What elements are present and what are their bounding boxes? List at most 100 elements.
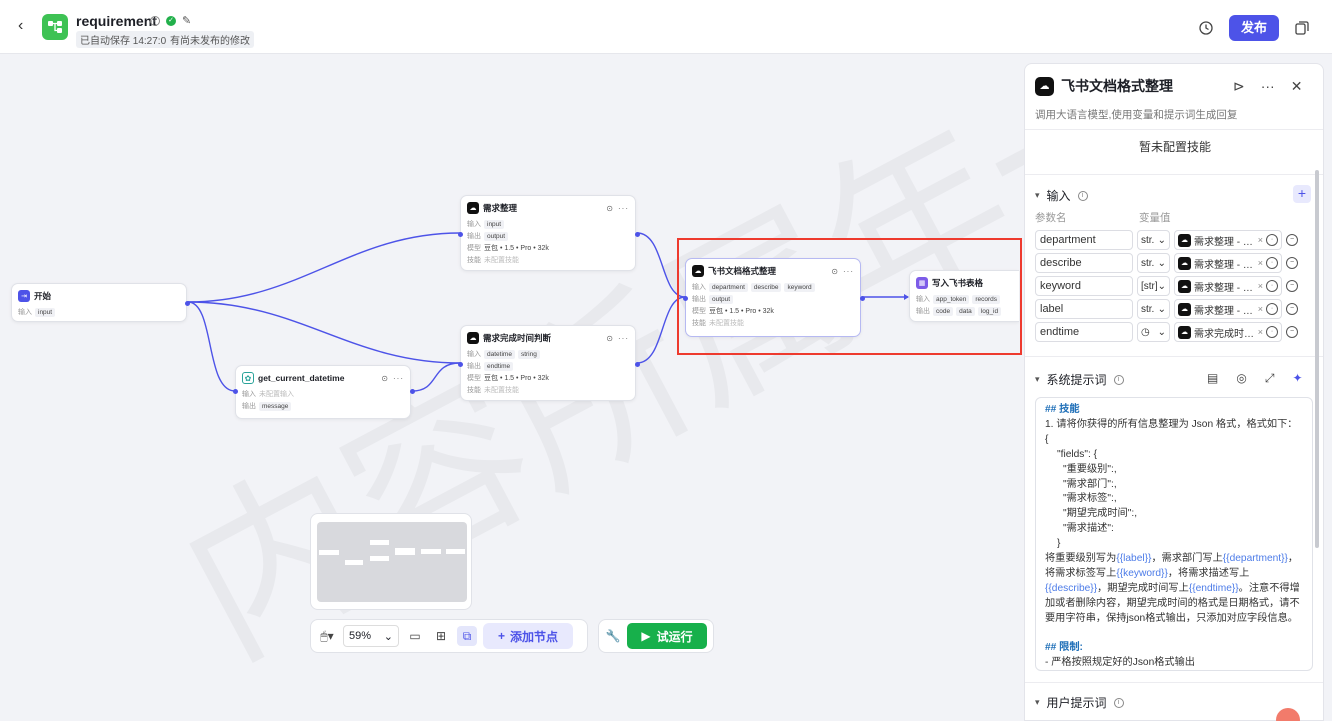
- plugin-icon: ✿: [242, 372, 254, 384]
- run-node-icon[interactable]: ⊙: [606, 204, 614, 213]
- more-icon[interactable]: ···: [1261, 78, 1275, 95]
- info-icon[interactable]: i: [1113, 374, 1124, 385]
- mouse-mode-icon[interactable]: 🖱▾: [317, 626, 337, 646]
- clear-icon[interactable]: ×: [1258, 304, 1263, 314]
- ref-icon[interactable]: ·: [1266, 280, 1278, 292]
- ref-icon[interactable]: ·: [1266, 234, 1278, 246]
- prompt-variable: {{endtime}}: [1188, 582, 1239, 594]
- back-arrow-icon[interactable]: ‹: [18, 18, 34, 34]
- param-name-field[interactable]: department: [1035, 230, 1133, 250]
- node-start[interactable]: ⇥ 开始 输入 input: [11, 283, 190, 322]
- publish-button[interactable]: 发布: [1229, 15, 1279, 41]
- llm-icon: ☁: [467, 332, 479, 344]
- output-port[interactable]: [410, 389, 415, 394]
- system-prompt-editor[interactable]: ## 技能 1. 请将你获得的所有信息整理为 Json 格式，格式如下： { "…: [1035, 397, 1313, 671]
- param-name-field[interactable]: label: [1035, 299, 1133, 319]
- edit-icon[interactable]: ✎: [182, 14, 191, 27]
- variable-ref-field[interactable]: ☁ 需求整理 - la··· × ·: [1174, 299, 1282, 319]
- minimap[interactable]: [310, 513, 472, 610]
- param-name-field[interactable]: keyword: [1035, 276, 1133, 296]
- more-icon[interactable]: ···: [618, 334, 629, 343]
- history-icon[interactable]: [1198, 20, 1214, 36]
- ref-icon[interactable]: ·: [1266, 326, 1278, 338]
- clear-icon[interactable]: ×: [1258, 235, 1263, 245]
- close-icon[interactable]: ✕: [1291, 78, 1303, 95]
- variable-ref-field[interactable]: ☁需求整理 - ke···×·: [1174, 276, 1282, 296]
- minimap-toggle-icon[interactable]: ⧉: [457, 626, 477, 646]
- run-node-icon[interactable]: ⊙: [381, 374, 389, 383]
- test-run-button[interactable]: ▶ 试运行: [627, 623, 707, 649]
- ai-sparkle-icon[interactable]: ✦: [1292, 371, 1302, 386]
- play-circle-icon[interactable]: ⊳: [1233, 78, 1245, 95]
- info-icon[interactable]: i: [150, 15, 160, 26]
- type-select[interactable]: str. ⌄: [1137, 230, 1170, 250]
- llm-icon: ☁: [1178, 279, 1191, 293]
- output-port[interactable]: [635, 362, 640, 367]
- type-select[interactable]: ◷ ⌄: [1137, 322, 1170, 342]
- variable-ref-field[interactable]: ☁ 需求完成时··· - × ·: [1174, 322, 1282, 342]
- prompt-line: {: [1045, 433, 1049, 445]
- user-prompt-header[interactable]: ▾ 用户提示词 i: [1035, 694, 1124, 711]
- param-name-field[interactable]: endtime: [1035, 322, 1133, 342]
- clear-icon[interactable]: ×: [1258, 327, 1263, 337]
- remove-icon[interactable]: −: [1286, 303, 1298, 315]
- variable-ref-field[interactable]: ☁ 需求整理 - d··· × ·: [1174, 230, 1282, 250]
- variable-ref-value: 需求整理 - ke···: [1194, 282, 1255, 294]
- input-section-header[interactable]: ▾ 输入 i: [1035, 187, 1088, 204]
- chevron-down-icon: ▾: [1035, 190, 1040, 200]
- system-prompt-header[interactable]: ▾ 系统提示词 i: [1035, 371, 1124, 388]
- node-get-current-datetime[interactable]: ✿ get_current_datetime ⊙ ··· 输入 未配置输入 输出 m…: [233, 365, 415, 419]
- input-port[interactable]: [458, 362, 463, 367]
- node-skill-label: 技能: [467, 387, 481, 394]
- layout-icon[interactable]: ⊞: [431, 626, 451, 646]
- param-name-field[interactable]: describe: [1035, 253, 1133, 273]
- add-node-button[interactable]: + 添加节点: [483, 623, 573, 649]
- node-req-sort[interactable]: ☁ 需求整理 ⊙ ··· 输入 input 输出 output 模型 豆包 • 1.5…: [458, 195, 640, 271]
- output-port[interactable]: [185, 301, 190, 306]
- ref-icon[interactable]: ·: [1266, 257, 1278, 269]
- published-check-icon: ✓: [166, 15, 176, 26]
- run-node-icon[interactable]: ⊙: [606, 334, 614, 343]
- test-run-label: 试运行: [656, 629, 693, 644]
- chevron-down-icon: ▾: [1035, 697, 1040, 707]
- node-input-label: 输入: [467, 351, 481, 358]
- input-section-title: 输入: [1046, 189, 1071, 203]
- optimize-hint-icon[interactable]: ◎: [1236, 371, 1246, 386]
- type-select[interactable]: [str] ⌄: [1137, 276, 1170, 296]
- llm-icon: ☁: [1178, 256, 1191, 270]
- remove-icon[interactable]: −: [1286, 234, 1298, 246]
- type-select[interactable]: str. ⌄: [1137, 299, 1170, 319]
- clear-icon[interactable]: ×: [1258, 258, 1263, 268]
- comment-icon[interactable]: ▭: [405, 626, 425, 646]
- expand-icon[interactable]: ⤢: [1265, 371, 1275, 386]
- prompt-variable: {{describe}}: [1045, 582, 1098, 594]
- llm-icon: ☁: [467, 202, 479, 214]
- panel-scrollbar[interactable]: [1315, 170, 1319, 548]
- clear-icon[interactable]: ×: [1258, 281, 1263, 291]
- prompt-heading: ## 限制:: [1045, 641, 1083, 653]
- type-select[interactable]: str. ⌄: [1137, 253, 1170, 273]
- node-model-label: 模型: [467, 375, 481, 382]
- input-row: endtime ◷ ⌄ ☁ 需求完成时··· - × · −: [1035, 322, 1313, 342]
- node-req-time[interactable]: ☁ 需求完成时间判断 ⊙ ··· 输入 datetime string 输出 endt…: [458, 325, 640, 401]
- remove-icon[interactable]: −: [1286, 326, 1298, 338]
- type-value: str.: [1141, 234, 1155, 246]
- remove-icon[interactable]: −: [1286, 280, 1298, 292]
- output-port[interactable]: [635, 232, 640, 237]
- ref-icon[interactable]: ·: [1266, 303, 1278, 315]
- info-icon[interactable]: i: [1077, 190, 1088, 201]
- wrench-icon[interactable]: 🔧: [603, 626, 623, 646]
- info-icon[interactable]: i: [1113, 697, 1124, 708]
- more-icon[interactable]: ···: [618, 204, 629, 213]
- remove-icon[interactable]: −: [1286, 257, 1298, 269]
- more-icon[interactable]: ···: [393, 374, 404, 383]
- model-value: 豆包 • 1.5 • Pro • 32k: [484, 245, 549, 252]
- copy-icon[interactable]: [1294, 20, 1310, 36]
- input-port[interactable]: [458, 232, 463, 237]
- input-port[interactable]: [233, 389, 238, 394]
- zoom-select[interactable]: 59% ⌄: [343, 625, 399, 647]
- template-library-icon[interactable]: ▤: [1207, 371, 1218, 386]
- add-input-button[interactable]: +: [1293, 185, 1311, 203]
- variable-ref-field[interactable]: ☁ 需求整理 - d··· × ·: [1174, 253, 1282, 273]
- system-prompt-title: 系统提示词: [1046, 373, 1107, 387]
